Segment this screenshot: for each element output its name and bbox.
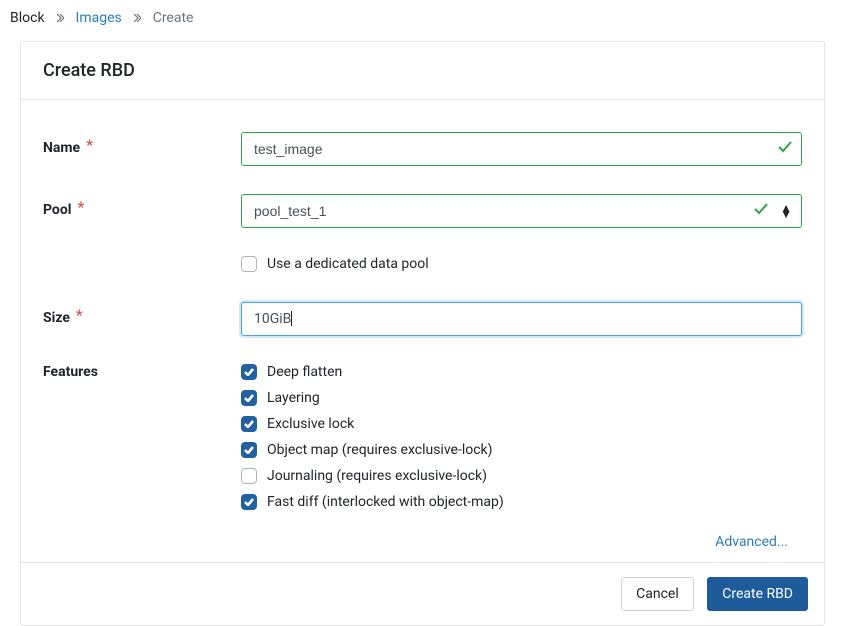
label-size: Size [43,302,241,326]
advanced-link[interactable]: Advanced... [715,534,788,550]
checkbox-icon [241,494,257,510]
label-name: Name [43,132,241,156]
name-input[interactable] [241,132,802,166]
label-features: Features [43,364,241,380]
feature-checkbox[interactable]: Fast diff (interlocked with object-map) [241,494,802,510]
feature-label: Object map (requires exclusive-lock) [267,442,493,458]
pool-select[interactable] [241,194,802,228]
breadcrumb-item-create: Create [153,10,194,26]
checkbox-icon [241,256,257,272]
card-body: Name Pool [21,100,824,562]
checkbox-icon [241,416,257,432]
row-dedicated-pool: Use a dedicated data pool [43,256,802,280]
row-features: Features Deep flatten Layering Exclusive l… [43,364,802,520]
feature-label: Deep flatten [267,364,342,380]
check-icon [754,203,768,219]
checkbox-icon [241,442,257,458]
feature-checkbox[interactable]: Object map (requires exclusive-lock) [241,442,802,458]
advanced-row: Advanced... [43,534,802,550]
feature-checkbox[interactable]: Deep flatten [241,364,802,380]
breadcrumb-item-block[interactable]: Block [10,10,45,26]
feature-checkbox[interactable]: Layering [241,390,802,406]
breadcrumb-separator-icon [56,10,64,26]
feature-checkbox[interactable]: Exclusive lock [241,416,802,432]
select-caret-icon[interactable]: ▲▼ [780,205,792,217]
label-pool: Pool [43,194,241,218]
checkbox-icon [241,468,257,484]
card-title: Create RBD [21,42,824,100]
breadcrumb: Block Images Create [10,10,825,41]
size-input[interactable]: 10GiB [241,302,802,336]
breadcrumb-item-images[interactable]: Images [76,10,122,26]
dedicated-pool-label: Use a dedicated data pool [267,256,429,272]
page-root: Block Images Create Create RBD Name [0,0,845,625]
card: Create RBD Name Pool [20,41,825,626]
row-name: Name [43,132,802,166]
card-footer: Cancel Create RBD [21,562,824,625]
cancel-button[interactable]: Cancel [621,577,694,611]
breadcrumb-separator-icon [133,10,141,26]
row-size: Size 10GiB [43,302,802,336]
feature-label: Journaling (requires exclusive-lock) [267,468,487,484]
checkbox-icon [241,390,257,406]
create-button[interactable]: Create RBD [707,577,808,611]
row-pool: Pool ▲▼ [43,194,802,228]
feature-label: Exclusive lock [267,416,354,432]
dedicated-pool-checkbox[interactable]: Use a dedicated data pool [241,256,802,272]
features-list: Deep flatten Layering Exclusive lock Object… [241,364,802,520]
size-input-value: 10GiB [254,311,291,327]
feature-label: Layering [267,390,320,406]
check-icon [778,141,792,157]
feature-label: Fast diff (interlocked with object-map) [267,494,504,510]
checkbox-icon [241,364,257,380]
feature-checkbox[interactable]: Journaling (requires exclusive-lock) [241,468,802,484]
